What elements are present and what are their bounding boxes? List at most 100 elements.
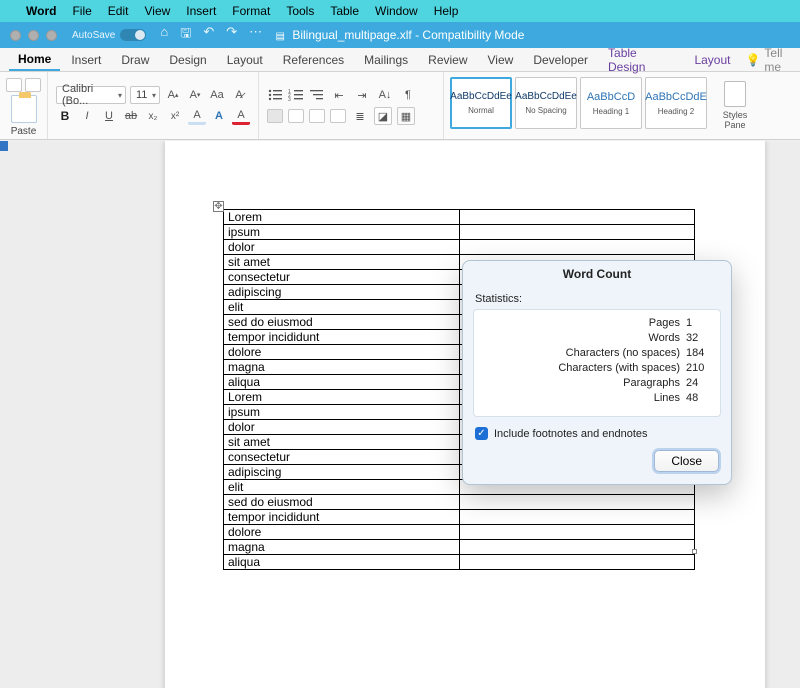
table-resize-handle-icon[interactable]: [692, 549, 697, 554]
styles-pane-button[interactable]: Styles Pane: [713, 72, 757, 139]
table-row[interactable]: magna: [224, 540, 695, 555]
table-cell[interactable]: dolore: [224, 345, 460, 360]
minimize-window-icon[interactable]: [28, 30, 39, 41]
superscript-button[interactable]: x²: [166, 107, 184, 125]
table-cell[interactable]: ipsum: [224, 405, 460, 420]
table-cell[interactable]: [459, 495, 695, 510]
redo-icon[interactable]: ↷: [226, 24, 237, 46]
align-right-icon[interactable]: [309, 109, 325, 123]
menu-file[interactable]: File: [72, 4, 91, 18]
table-cell[interactable]: sed do eiusmod: [224, 495, 460, 510]
align-center-icon[interactable]: [288, 109, 304, 123]
italic-button[interactable]: I: [78, 107, 96, 125]
decrease-indent-icon[interactable]: ⇤: [330, 86, 348, 104]
underline-button[interactable]: U: [100, 107, 118, 125]
menu-table[interactable]: Table: [330, 4, 359, 18]
menu-format[interactable]: Format: [232, 4, 270, 18]
table-cell[interactable]: adipiscing: [224, 285, 460, 300]
table-cell[interactable]: aliqua: [224, 375, 460, 390]
decrease-font-icon[interactable]: A▾: [186, 86, 204, 104]
font-name-select[interactable]: Calibri (Bo...: [56, 86, 126, 104]
style-heading-1[interactable]: AaBbCcD Heading 1: [580, 77, 642, 129]
table-cell[interactable]: ipsum: [224, 225, 460, 240]
paste-button[interactable]: [11, 95, 37, 123]
multilevel-list-icon[interactable]: [309, 88, 325, 102]
font-size-select[interactable]: 11: [130, 86, 160, 104]
table-row[interactable]: Lorem: [224, 210, 695, 225]
numbered-list-icon[interactable]: 123: [288, 88, 304, 102]
table-cell[interactable]: sed do eiusmod: [224, 315, 460, 330]
menu-insert[interactable]: Insert: [186, 4, 216, 18]
tab-draw[interactable]: Draw: [112, 50, 158, 70]
table-cell[interactable]: Lorem: [224, 390, 460, 405]
table-row[interactable]: tempor incididunt: [224, 510, 695, 525]
table-cell[interactable]: consectetur: [224, 270, 460, 285]
table-row[interactable]: aliqua: [224, 555, 695, 570]
increase-indent-icon[interactable]: ⇥: [353, 86, 371, 104]
autosave-toggle[interactable]: AutoSave: [72, 29, 146, 41]
more-icon[interactable]: ⋯: [249, 24, 262, 46]
change-case-icon[interactable]: Aa: [208, 86, 226, 104]
close-window-icon[interactable]: [10, 30, 21, 41]
show-marks-icon[interactable]: ¶: [399, 86, 417, 104]
table-move-handle-icon[interactable]: ✥: [213, 201, 224, 212]
menu-app[interactable]: Word: [26, 4, 56, 18]
table-cell[interactable]: [459, 525, 695, 540]
tab-review[interactable]: Review: [419, 50, 476, 70]
shading-icon[interactable]: ◪: [374, 107, 392, 125]
table-cell[interactable]: adipiscing: [224, 465, 460, 480]
table-cell[interactable]: [459, 540, 695, 555]
table-cell[interactable]: dolor: [224, 240, 460, 255]
menu-view[interactable]: View: [144, 4, 170, 18]
table-cell[interactable]: dolor: [224, 420, 460, 435]
table-cell[interactable]: [459, 555, 695, 570]
tell-me-search[interactable]: 💡 Tell me: [745, 46, 800, 74]
autosave-switch-icon[interactable]: [120, 29, 146, 41]
checkbox-icon[interactable]: ✓: [475, 427, 488, 440]
menu-window[interactable]: Window: [375, 4, 418, 18]
tab-mailings[interactable]: Mailings: [355, 50, 417, 70]
line-spacing-icon[interactable]: ≣: [351, 107, 369, 125]
table-cell[interactable]: elit: [224, 300, 460, 315]
table-cell[interactable]: elit: [224, 480, 460, 495]
table-cell[interactable]: [459, 225, 695, 240]
cut-icon[interactable]: [6, 78, 22, 92]
table-row[interactable]: dolore: [224, 525, 695, 540]
table-cell[interactable]: Lorem: [224, 210, 460, 225]
table-cell[interactable]: [459, 210, 695, 225]
undo-icon[interactable]: ↶: [203, 24, 214, 46]
tab-developer[interactable]: Developer: [524, 50, 597, 70]
table-row[interactable]: dolor: [224, 240, 695, 255]
table-cell[interactable]: dolore: [224, 525, 460, 540]
borders-icon[interactable]: ▦: [397, 107, 415, 125]
table-cell[interactable]: tempor incididunt: [224, 330, 460, 345]
table-cell[interactable]: aliqua: [224, 555, 460, 570]
table-cell[interactable]: magna: [224, 360, 460, 375]
justify-icon[interactable]: [330, 109, 346, 123]
table-cell[interactable]: sit amet: [224, 435, 460, 450]
tab-home[interactable]: Home: [9, 49, 60, 71]
table-cell[interactable]: consectetur: [224, 450, 460, 465]
zoom-window-icon[interactable]: [46, 30, 57, 41]
tab-table-layout[interactable]: Layout: [685, 50, 739, 70]
menu-edit[interactable]: Edit: [108, 4, 129, 18]
table-cell[interactable]: [459, 240, 695, 255]
strikethrough-button[interactable]: ab: [122, 107, 140, 125]
style-heading-2[interactable]: AaBbCcDdE Heading 2: [645, 77, 707, 129]
table-row[interactable]: sed do eiusmod: [224, 495, 695, 510]
bold-button[interactable]: B: [56, 107, 74, 125]
home-icon[interactable]: ⌂: [160, 24, 168, 46]
close-button[interactable]: Close: [654, 450, 719, 472]
clear-formatting-icon[interactable]: A̷: [230, 86, 248, 104]
table-row[interactable]: ipsum: [224, 225, 695, 240]
align-left-icon[interactable]: [267, 109, 283, 123]
sort-icon[interactable]: A↓: [376, 86, 394, 104]
tab-references[interactable]: References: [274, 50, 353, 70]
font-color-button[interactable]: A: [232, 107, 250, 125]
save-icon[interactable]: 🖫: [180, 24, 191, 46]
include-footnotes-checkbox[interactable]: ✓ Include footnotes and endnotes: [463, 417, 731, 444]
highlight-color-button[interactable]: A: [188, 107, 206, 125]
increase-font-icon[interactable]: A▴: [164, 86, 182, 104]
bullet-list-icon[interactable]: [267, 88, 283, 102]
tab-insert[interactable]: Insert: [62, 50, 110, 70]
